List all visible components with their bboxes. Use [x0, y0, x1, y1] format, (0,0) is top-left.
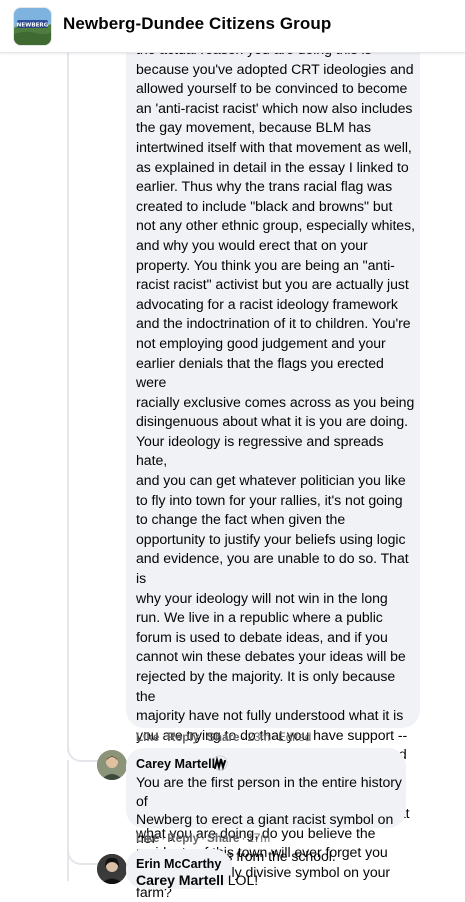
avatar-image	[97, 854, 127, 884]
comment-time[interactable]: 17m	[247, 832, 270, 845]
comment-time[interactable]: 23m	[247, 731, 270, 744]
like-button[interactable]: Like	[136, 832, 159, 845]
reply-button[interactable]: Reply	[167, 832, 199, 845]
reply-text: Carey Martell LOL!	[136, 871, 336, 890]
avatar[interactable]	[97, 750, 127, 780]
svg-text:NEWBERG: NEWBERG	[17, 22, 49, 28]
reply-button[interactable]: Reply	[167, 731, 199, 744]
reply-actions: Like · Reply · Share · 17m	[136, 832, 271, 845]
like-button[interactable]: Like	[136, 731, 159, 744]
thread-line	[67, 760, 69, 881]
group-header: NEWBERG Newberg-Dundee Citizens Group	[0, 0, 465, 53]
group-name[interactable]: Newberg-Dundee Citizens Group	[63, 14, 331, 34]
comment-actions: Like · Reply · Share · 23m · Edited	[136, 731, 312, 744]
avatar[interactable]	[97, 854, 127, 884]
mention-link[interactable]: Carey Martell	[136, 872, 224, 888]
thread-connector	[67, 845, 99, 865]
comment-author[interactable]: Carey Martell	[136, 757, 215, 771]
thread-line	[67, 52, 69, 752]
group-avatar[interactable]: NEWBERG	[14, 8, 51, 45]
edited-label[interactable]: Edited	[278, 731, 311, 744]
group-avatar-image: NEWBERG	[14, 8, 51, 45]
top-fan-badge-icon[interactable]	[212, 755, 228, 771]
comment-author[interactable]: Erin McCarthy	[136, 857, 221, 871]
share-button[interactable]: Share	[207, 832, 239, 845]
reply-message: LOL!	[227, 872, 259, 888]
share-button[interactable]: Share	[207, 731, 239, 744]
thread-connector	[67, 740, 99, 762]
avatar-image	[97, 750, 127, 780]
